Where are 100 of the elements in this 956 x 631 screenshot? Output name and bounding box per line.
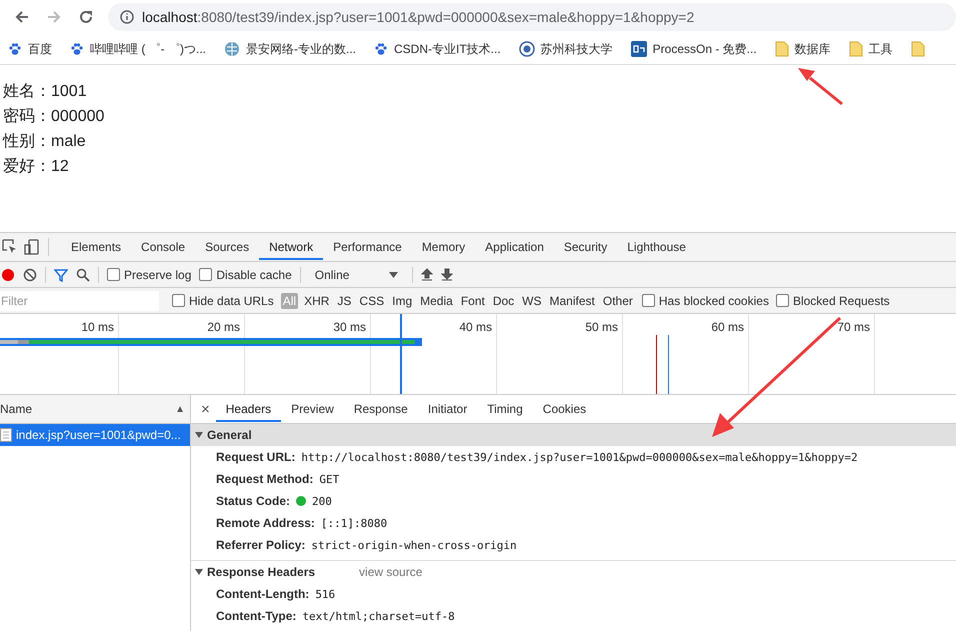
header-name: Content-Length: <box>216 587 310 601</box>
header-value: [::1]:8080 <box>320 516 388 530</box>
paw-icon <box>374 42 388 56</box>
app-logo-icon <box>630 41 647 57</box>
inspect-icon[interactable] <box>2 239 18 255</box>
detail-tab[interactable]: Timing <box>477 395 533 423</box>
detail-tab[interactable]: Initiator <box>418 395 478 423</box>
type-filter[interactable]: Font <box>458 292 487 308</box>
detail-tab[interactable]: Cookies <box>532 395 596 423</box>
devtools-tab[interactable]: Console <box>131 233 196 261</box>
type-filter[interactable]: JS <box>335 292 354 308</box>
caret-icon[interactable] <box>195 431 203 439</box>
folder-icon <box>774 41 789 57</box>
seal-icon <box>518 41 535 57</box>
type-filter[interactable]: Media <box>418 292 455 308</box>
bookmark[interactable]: 景安网络-专业的数... <box>224 40 356 58</box>
header-value: http://localhost:8080/test39/index.jsp?user=1001&pwd=000000&sex=male&hoppy=1&hoppy=2 <box>301 450 858 464</box>
tick-label: 10 ms <box>81 320 114 334</box>
section-header[interactable]: General <box>191 424 956 446</box>
bookmark[interactable]: 哔哩哔哩 ( ゜- ゜)つ... <box>70 40 206 58</box>
devtools-tab[interactable]: Network <box>259 234 324 260</box>
close-button[interactable]: × <box>195 400 216 418</box>
field-label: 姓名： <box>3 82 51 102</box>
status-dot-icon <box>296 496 306 506</box>
hide-data-urls-checkbox[interactable]: Hide data URLs <box>172 294 274 308</box>
tick-label: 50 ms <box>585 320 618 334</box>
type-filter[interactable]: CSS <box>357 292 386 308</box>
field-label: 密码： <box>3 106 51 127</box>
checkbox[interactable] <box>107 268 120 281</box>
upload-icon[interactable] <box>421 268 434 281</box>
header-value: GET <box>319 472 340 486</box>
devtools-tab[interactable]: Application <box>475 233 554 261</box>
filter-icon[interactable] <box>54 268 68 282</box>
header-value: 516 <box>315 588 336 600</box>
field-value: 1001 <box>51 82 87 102</box>
bookmark[interactable]: CSDN-专业IT技术... <box>374 40 501 58</box>
detail-tab[interactable]: Response <box>344 395 418 423</box>
header-name: Request Method: <box>216 472 314 486</box>
request-row[interactable]: index.jsp?user=1001&pwd=0... <box>0 424 190 446</box>
blocked-requests-checkbox[interactable]: Blocked Requests <box>776 294 890 308</box>
bookmark[interactable]: 工具 <box>848 40 893 58</box>
search-icon[interactable] <box>76 268 90 282</box>
header-name: Remote Address: <box>216 516 315 530</box>
tick-label: 30 ms <box>333 320 366 334</box>
blocked-cookies-checkbox[interactable]: Has blocked cookies <box>642 294 769 308</box>
field-label: 爱好： <box>3 156 51 177</box>
checkbox[interactable] <box>642 294 655 307</box>
checkbox[interactable] <box>172 294 185 307</box>
throttling-dropdown[interactable]: Online <box>308 266 404 282</box>
type-filter[interactable]: XHR <box>302 292 332 308</box>
download-icon[interactable] <box>441 268 454 281</box>
load-event-line <box>656 335 657 394</box>
bookmark[interactable]: ProcessOn - 免费... <box>630 40 757 58</box>
disable-cache-checkbox[interactable]: Disable cache <box>199 268 292 282</box>
devtools-tab[interactable]: Elements <box>61 233 132 261</box>
clear-icon[interactable] <box>23 268 37 282</box>
type-filter[interactable]: Img <box>390 292 414 308</box>
bookmark[interactable]: 苏州科技大学 <box>518 40 613 58</box>
devtools-tab[interactable]: Security <box>554 233 618 261</box>
checkbox[interactable] <box>199 268 212 281</box>
back-arrow-icon[interactable] <box>14 9 30 25</box>
info-icon[interactable] <box>120 10 134 24</box>
sort-indicator[interactable]: ▲ <box>175 404 185 414</box>
header-name: Referrer Policy: <box>216 538 306 552</box>
devtools-tab[interactable]: Lighthouse <box>617 233 696 261</box>
devtools-tab[interactable]: Sources <box>195 233 260 261</box>
dom-content-loaded-line <box>668 335 669 394</box>
type-filter[interactable]: WS <box>520 292 544 308</box>
devtools-tab[interactable]: Memory <box>412 233 476 261</box>
header-name: Request URL: <box>216 450 296 464</box>
reload-icon[interactable] <box>78 9 94 25</box>
document-icon <box>0 428 12 442</box>
type-filter[interactable]: Other <box>600 292 635 308</box>
caret-icon[interactable] <box>195 568 203 576</box>
type-filter[interactable]: Manifest <box>548 292 597 308</box>
preserve-log-checkbox[interactable]: Preserve log <box>107 268 192 282</box>
header-value: 200 <box>312 494 332 508</box>
field-label: 性别： <box>3 132 51 152</box>
bookmark[interactable]: 百度 <box>8 40 52 58</box>
paw-icon <box>70 42 84 56</box>
field-value: 000000 <box>51 107 104 127</box>
view-source-link[interactable]: view source <box>359 565 422 579</box>
tick-label: 60 ms <box>711 320 744 334</box>
checkbox[interactable] <box>776 294 789 307</box>
detail-tab[interactable]: Headers <box>216 396 282 422</box>
address-bar[interactable]: localhost:8080/test39/index.jsp?user=1001&pwd=000000&sex=male&hoppy=1&hoppy=2 <box>108 3 956 31</box>
devtools-tab[interactable]: Performance <box>323 233 412 261</box>
filter-field[interactable]: Filter <box>0 290 159 310</box>
tick-label: 20 ms <box>207 320 240 334</box>
tick-label: 40 ms <box>459 320 492 334</box>
paw-icon <box>8 42 22 56</box>
record-icon[interactable] <box>1 268 15 282</box>
device-toolbar-icon[interactable] <box>24 239 40 255</box>
folder-icon <box>848 41 863 57</box>
field-value: male <box>51 132 86 152</box>
detail-tab[interactable]: Preview <box>281 395 344 423</box>
column-header[interactable]: Name <box>0 402 32 416</box>
bookmark[interactable]: 数据库 <box>774 40 831 58</box>
field-value: 12 <box>51 157 69 177</box>
type-filter[interactable]: Doc <box>490 292 516 308</box>
